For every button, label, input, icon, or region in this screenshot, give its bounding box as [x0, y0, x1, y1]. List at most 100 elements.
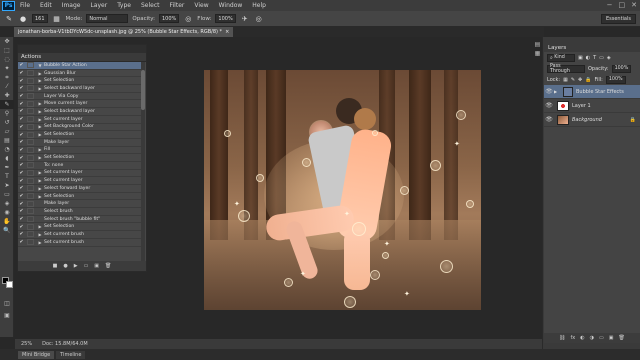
expand-triangle-icon[interactable]: ▶ [36, 109, 44, 114]
expand-triangle-icon[interactable]: ▶ [36, 147, 44, 152]
hand-tool-icon[interactable]: ✋ [0, 217, 14, 226]
action-enabled-check-icon[interactable]: ✔ [18, 85, 25, 91]
expand-triangle-icon[interactable]: ▶ [36, 86, 44, 91]
menu-help[interactable]: Help [247, 2, 271, 9]
lasso-tool-icon[interactable]: ◌ [0, 55, 14, 64]
expand-triangle-icon[interactable]: ▶ [36, 78, 44, 83]
action-dialog-toggle[interactable] [27, 154, 34, 161]
action-row[interactable]: ✔ ▶ Set current layer [18, 169, 142, 178]
action-row[interactable]: ✔ ▶ Set current brush [18, 231, 142, 239]
expand-triangle-icon[interactable]: ▶ [36, 224, 44, 229]
action-enabled-check-icon[interactable]: ✔ [18, 116, 25, 122]
new-action-icon[interactable]: ▣ [94, 263, 99, 269]
action-enabled-check-icon[interactable]: ✔ [18, 62, 25, 68]
healing-tool-icon[interactable]: ✚ [0, 91, 14, 100]
action-enabled-check-icon[interactable]: ✔ [18, 178, 25, 184]
action-row[interactable]: ✔ ▶ Move current layer [18, 100, 142, 109]
expand-triangle-icon[interactable]: ▶ [36, 71, 44, 76]
3d-tool-icon[interactable]: ◈ [0, 199, 14, 208]
layer-row-group[interactable]: 👁 ▶ Bubble Star Effects [544, 85, 640, 99]
brush-tool-icon[interactable]: ✎ [0, 100, 14, 109]
brush-tool-icon[interactable]: ✎ [4, 14, 14, 24]
lock-transparent-icon[interactable]: ▦ [563, 77, 568, 83]
brush-preset-icon[interactable]: ● [18, 14, 28, 24]
quick-select-tool-icon[interactable]: ✦ [0, 64, 14, 73]
blend-mode-select[interactable]: Pass Through [547, 64, 585, 74]
history-panel-icon[interactable]: ▤ [533, 40, 542, 49]
lock-image-icon[interactable]: ✎ [571, 77, 575, 83]
tab-mini-bridge[interactable]: Mini Bridge [18, 350, 55, 359]
document-canvas-image[interactable]: ✦ ✦ ✦ ✦ ✦ ✦ [204, 70, 481, 310]
action-dialog-toggle[interactable] [27, 116, 34, 123]
actions-tab[interactable]: Actions [18, 53, 146, 62]
action-row[interactable]: ✔ ▶ Set current layer [18, 116, 142, 124]
zoom-level[interactable]: 25% [21, 341, 32, 347]
expand-group-icon[interactable]: ▶ [554, 89, 560, 94]
action-row[interactable]: ✔ Make layer [18, 139, 142, 147]
action-row[interactable]: ✔ ▶ Set Background Color [18, 123, 142, 132]
add-mask-icon[interactable]: ◐ [580, 335, 584, 341]
close-window-button[interactable]: ✕ [631, 1, 637, 9]
background-color[interactable] [6, 281, 13, 288]
action-enabled-check-icon[interactable]: ✔ [18, 162, 25, 168]
expand-triangle-icon[interactable]: ▶ [36, 232, 44, 237]
action-dialog-toggle[interactable] [27, 123, 34, 130]
shape-filter-icon[interactable]: ▭ [599, 55, 604, 61]
action-dialog-toggle[interactable] [27, 185, 34, 192]
layer-opacity-field[interactable]: 100% [611, 64, 632, 73]
action-enabled-check-icon[interactable]: ✔ [18, 185, 25, 191]
action-enabled-check-icon[interactable]: ✔ [18, 231, 25, 237]
action-dialog-toggle[interactable] [27, 208, 34, 215]
opacity-field[interactable]: 100% [159, 14, 180, 23]
link-layers-icon[interactable]: ⛓ [559, 335, 565, 341]
action-row[interactable]: ✔ ▶ Set Selection [18, 131, 142, 139]
tab-timeline[interactable]: Timeline [56, 350, 86, 359]
layer-row-layer1[interactable]: 👁 Layer 1 [544, 99, 640, 113]
action-enabled-check-icon[interactable]: ✔ [18, 93, 25, 99]
pen-tool-icon[interactable]: ✒ [0, 163, 14, 172]
visibility-eye-icon[interactable]: 👁 [544, 116, 554, 123]
action-dialog-toggle[interactable] [27, 177, 34, 184]
layer-style-icon[interactable]: fx [571, 335, 576, 341]
action-dialog-toggle[interactable] [27, 162, 34, 169]
action-dialog-toggle[interactable] [27, 139, 34, 146]
workspace-select[interactable]: Essentials [600, 14, 636, 24]
brush-panel-icon[interactable]: ▦ [52, 14, 62, 24]
brush-size-field[interactable]: 161 [32, 14, 48, 23]
expand-triangle-icon[interactable]: ▼ [36, 63, 44, 68]
action-row[interactable]: ✔ ▶ Set Selection [18, 193, 142, 201]
actions-panel-titlebar[interactable] [18, 45, 146, 53]
action-row[interactable]: ✔ Make layer [18, 200, 142, 209]
action-dialog-toggle[interactable] [27, 62, 34, 69]
document-tab[interactable]: jonathan-borba-V1tbDYcW5dc-unsplash.jpg … [14, 27, 234, 37]
action-enabled-check-icon[interactable]: ✔ [18, 201, 25, 207]
3d-camera-tool-icon[interactable]: ◉ [0, 208, 14, 217]
maximize-button[interactable]: □ [619, 1, 626, 9]
visibility-eye-icon[interactable]: 👁 [544, 88, 554, 95]
menu-type[interactable]: Type [112, 2, 136, 9]
expand-triangle-icon[interactable]: ▶ [36, 124, 44, 129]
dodge-tool-icon[interactable]: ◖ [0, 154, 14, 163]
action-enabled-check-icon[interactable]: ✔ [18, 193, 25, 199]
pressure-opacity-icon[interactable]: ◎ [183, 14, 193, 24]
action-row[interactable]: ✔ ▶ Set current layer [18, 177, 142, 185]
adjustment-layer-icon[interactable]: ◑ [590, 335, 594, 341]
action-enabled-check-icon[interactable]: ✔ [18, 139, 25, 145]
shape-tool-icon[interactable]: ▭ [0, 190, 14, 199]
action-row[interactable]: ✔ Select brush "bubble fit" [18, 216, 142, 224]
flow-field[interactable]: 100% [215, 14, 236, 23]
type-tool-icon[interactable]: T [0, 172, 14, 181]
fill-field[interactable]: 100% [605, 75, 626, 84]
pressure-size-icon[interactable]: ◎ [254, 14, 264, 24]
menu-layer[interactable]: Layer [85, 2, 112, 9]
action-enabled-check-icon[interactable]: ✔ [18, 70, 25, 76]
action-dialog-toggle[interactable] [27, 85, 34, 92]
expand-triangle-icon[interactable]: ▶ [36, 132, 44, 137]
delete-action-icon[interactable]: 🗑 [105, 263, 111, 269]
layer-row-background[interactable]: 👁 Background 🔒 [544, 113, 640, 127]
menu-image[interactable]: Image [57, 2, 86, 9]
record-icon[interactable]: ● [63, 263, 67, 269]
expand-triangle-icon[interactable]: ▶ [36, 186, 44, 191]
action-row[interactable]: ✔ ▶ Fill [18, 146, 142, 155]
action-row[interactable]: ✔ To: none [18, 162, 142, 170]
